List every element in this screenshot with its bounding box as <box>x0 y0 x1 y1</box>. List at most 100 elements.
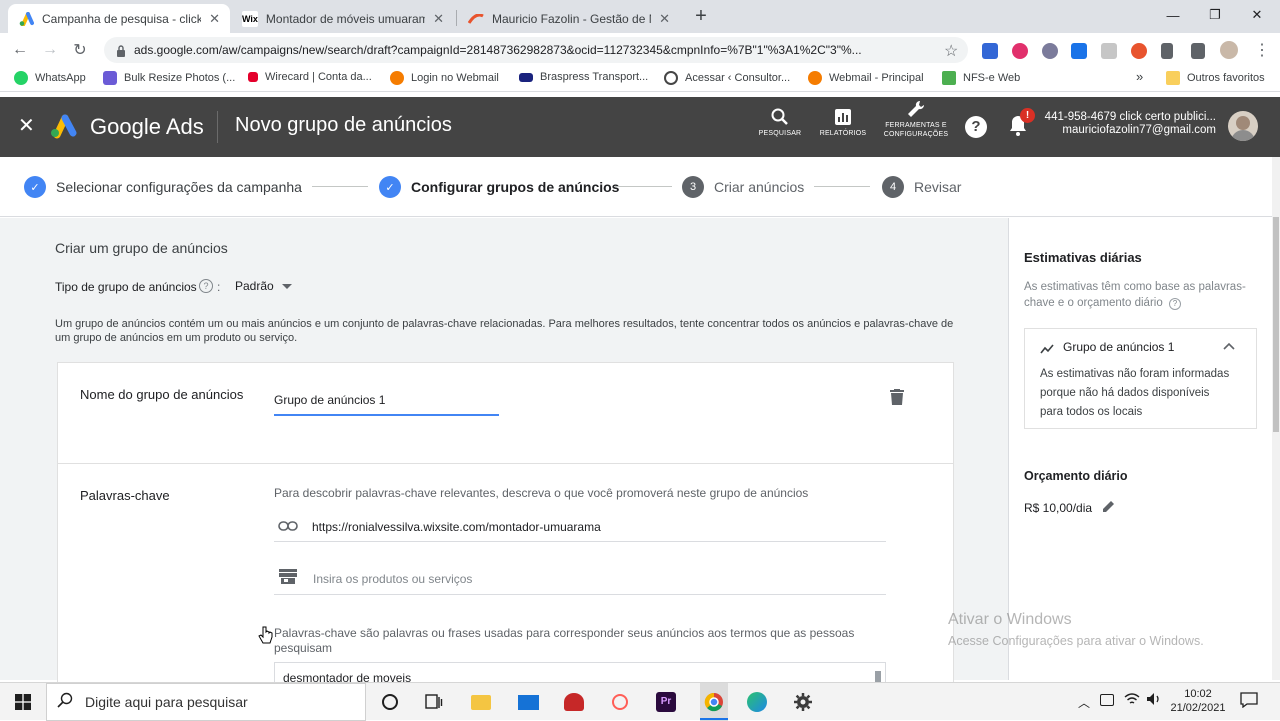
step-configurar[interactable]: ✓ Configurar grupos de anúncios <box>379 176 619 198</box>
extension-d-icon[interactable] <box>982 43 998 59</box>
help-icon[interactable]: ? <box>965 116 987 138</box>
new-tab-button[interactable]: + <box>690 5 712 27</box>
bookmark-nfse[interactable]: NFS-e Web <box>942 71 1020 85</box>
dropdown-arrow-icon <box>281 283 292 289</box>
restore-button[interactable]: ❐ <box>1192 0 1238 30</box>
close-window-button[interactable]: ✕ <box>1234 0 1280 30</box>
cortana-icon[interactable] <box>379 691 401 713</box>
tab-mauricio[interactable]: Mauricio Fazolin - Gestão de Ma ✕ <box>458 4 680 33</box>
wifi-icon[interactable] <box>1124 692 1140 711</box>
bookmark-webmail-principal[interactable]: Webmail - Principal <box>808 71 924 85</box>
edge-icon[interactable] <box>746 691 768 713</box>
step-selecionar[interactable]: ✓ Selecionar configurações da campanha <box>24 176 302 198</box>
close-tab-icon[interactable]: ✕ <box>209 11 220 27</box>
page-scrollbar[interactable] <box>1272 157 1280 680</box>
windows-start-icon[interactable] <box>12 691 34 713</box>
task-view-icon[interactable] <box>423 691 445 713</box>
mail-icon[interactable] <box>517 691 539 713</box>
notification-center-icon[interactable] <box>1240 692 1258 713</box>
ad-group-type-select[interactable]: Padrão <box>235 279 292 293</box>
reports-tool-button[interactable]: RELATÓRIOS <box>813 107 873 138</box>
app-a-icon[interactable] <box>609 691 631 713</box>
premiere-icon[interactable]: Pr <box>655 691 677 713</box>
edit-pencil-icon[interactable] <box>1102 500 1115 516</box>
settings-gear-icon[interactable] <box>792 691 814 713</box>
extensions-puzzle-icon[interactable] <box>1191 43 1205 59</box>
ad-group-name-input[interactable]: Grupo de anúncios 1 <box>274 392 499 416</box>
products-services-input[interactable]: Insira os produtos ou serviços <box>274 563 886 595</box>
activation-watermark-title: Ativar o Windows <box>948 611 1072 628</box>
google-ads-logo-icon <box>48 113 78 144</box>
bookmarks-overflow-button[interactable]: » <box>1136 69 1143 84</box>
bookmark-webmail-login[interactable]: Login no Webmail <box>390 71 499 85</box>
profile-avatar[interactable] <box>1220 41 1238 59</box>
daily-budget-title: Orçamento diário <box>1024 469 1128 483</box>
taskbar-search-box[interactable]: Digite aqui para pesquisar <box>46 683 366 721</box>
account-email: mauriciofazolin77@gmail.com <box>1062 124 1216 136</box>
notification-badge: ! <box>1020 108 1035 123</box>
tab-title: Mauricio Fazolin - Gestão de Ma <box>492 11 652 26</box>
tab-title: Campanha de pesquisa - click ce <box>42 11 202 26</box>
close-tab-icon[interactable]: ✕ <box>433 11 444 27</box>
extension-circle-icon[interactable] <box>1042 43 1058 59</box>
google-ads-icon <box>18 11 34 27</box>
extension-instagram-icon[interactable] <box>1012 43 1028 59</box>
bookmark-wirecard[interactable]: Wirecard | Conta da... <box>248 71 372 83</box>
minimize-button[interactable]: — <box>1150 0 1196 30</box>
address-bar[interactable]: ads.google.com/aw/campaigns/new/search/d… <box>104 37 968 63</box>
close-icon[interactable]: ✕ <box>18 115 35 137</box>
help-circle-icon[interactable]: ? <box>1168 298 1181 310</box>
search-icon <box>750 107 810 127</box>
keywords-description: Palavras-chave são palavras ou frases us… <box>274 626 855 655</box>
collapse-chevron-icon[interactable] <box>1223 339 1235 353</box>
estimates-subtitle: As estimativas têm como base as palavras… <box>1024 281 1246 310</box>
headphones-app-icon[interactable] <box>563 691 585 713</box>
extension-nav-icon[interactable] <box>1071 43 1087 59</box>
estimates-title: Estimativas diárias <box>1024 250 1142 265</box>
wix-icon: Wix <box>242 10 258 27</box>
bookmark-braspress[interactable]: Braspress Transport... <box>519 71 648 83</box>
bookmark-bulk-resize[interactable]: Bulk Resize Photos (... <box>103 71 235 85</box>
account-avatar[interactable] <box>1228 111 1258 141</box>
tab-campanha[interactable]: Campanha de pesquisa - click ce ✕ <box>8 4 230 33</box>
browser-menu-icon[interactable]: ⋮ <box>1254 40 1270 60</box>
extension-trash-icon[interactable] <box>1161 43 1173 59</box>
battery-icon[interactable] <box>1100 694 1114 706</box>
help-circle-icon[interactable]: ? <box>199 279 213 293</box>
tab-montador[interactable]: Wix Montador de móveis umuarama ✕ <box>232 4 454 33</box>
page-title: Novo grupo de anúncios <box>235 114 452 136</box>
back-icon[interactable]: ← <box>8 38 32 62</box>
truck-icon <box>519 72 533 82</box>
chrome-taskbar-icon[interactable] <box>700 683 728 721</box>
delete-icon[interactable] <box>890 389 904 410</box>
check-icon: ✓ <box>24 176 46 198</box>
google-ads-logo-text: Google Ads <box>90 114 204 139</box>
bookmark-outros-favoritos[interactable]: Outros favoritos <box>1166 71 1265 85</box>
search-tool-button[interactable]: PESQUISAR <box>750 107 810 138</box>
file-explorer-icon[interactable] <box>470 691 492 713</box>
tray-chevron-icon[interactable]: ︿ <box>1078 694 1090 711</box>
step-criar-anuncios[interactable]: 3 Criar anúncios <box>682 176 804 198</box>
close-tab-icon[interactable]: ✕ <box>659 11 670 27</box>
forward-icon[interactable]: → <box>38 38 62 62</box>
browser-tab-strip: Campanha de pesquisa - click ce ✕ Wix Mo… <box>0 0 1280 33</box>
bookmarks-bar: WhatsApp Bulk Resize Photos (... Wirecar… <box>0 66 1280 92</box>
extension-code-icon[interactable] <box>1101 43 1117 59</box>
step-revisar[interactable]: 4 Revisar <box>882 176 961 198</box>
bookmark-whatsapp[interactable]: WhatsApp <box>14 71 86 85</box>
tools-config-button[interactable]: FERRAMENTAS E CONFIGURAÇÕES <box>883 99 949 139</box>
taskbar-clock[interactable]: 10:02 21/02/2021 <box>1168 687 1228 715</box>
account-info[interactable]: 441-958-4679 click certo publici... maur… <box>1040 111 1216 137</box>
reload-icon[interactable]: ↻ <box>68 38 92 62</box>
landing-page-url-field[interactable]: https://ronialvessilva.wixsite.com/monta… <box>274 512 886 542</box>
bookmark-consultor[interactable]: Acessar ‹ Consultor... <box>664 71 790 85</box>
nfse-icon <box>942 71 956 85</box>
webmail-icon <box>808 71 822 85</box>
extension-fire-icon[interactable] <box>1131 43 1147 59</box>
star-icon[interactable]: ☆ <box>944 41 958 61</box>
volume-icon[interactable] <box>1146 691 1162 712</box>
campaign-stepper: ✓ Selecionar configurações da campanha ✓… <box>0 157 1272 217</box>
folder-icon <box>1166 71 1180 85</box>
notifications-bell-icon[interactable]: ! <box>1008 108 1035 142</box>
wirecard-icon <box>248 72 258 82</box>
